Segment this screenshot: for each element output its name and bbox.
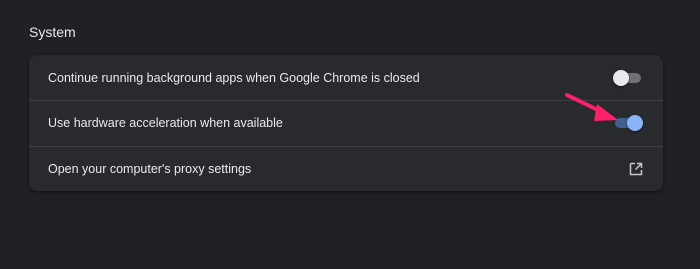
hardware-acceleration-toggle[interactable] <box>613 115 643 131</box>
section-title: System <box>29 24 76 40</box>
system-settings-card: Continue running background apps when Go… <box>29 55 663 191</box>
toggle-knob <box>627 115 643 131</box>
background-apps-toggle[interactable] <box>613 69 643 86</box>
open-in-new-icon[interactable] <box>628 161 644 177</box>
setting-row-hardware-acceleration[interactable]: Use hardware acceleration when available <box>29 100 663 145</box>
setting-label-proxy-settings: Open your computer's proxy settings <box>48 162 252 176</box>
toggle-knob <box>613 69 629 86</box>
setting-label-background-apps: Continue running background apps when Go… <box>48 70 420 85</box>
setting-row-background-apps[interactable]: Continue running background apps when Go… <box>29 55 663 100</box>
setting-label-hardware-acceleration: Use hardware acceleration when available <box>48 116 283 130</box>
setting-row-proxy-settings[interactable]: Open your computer's proxy settings <box>29 146 663 191</box>
